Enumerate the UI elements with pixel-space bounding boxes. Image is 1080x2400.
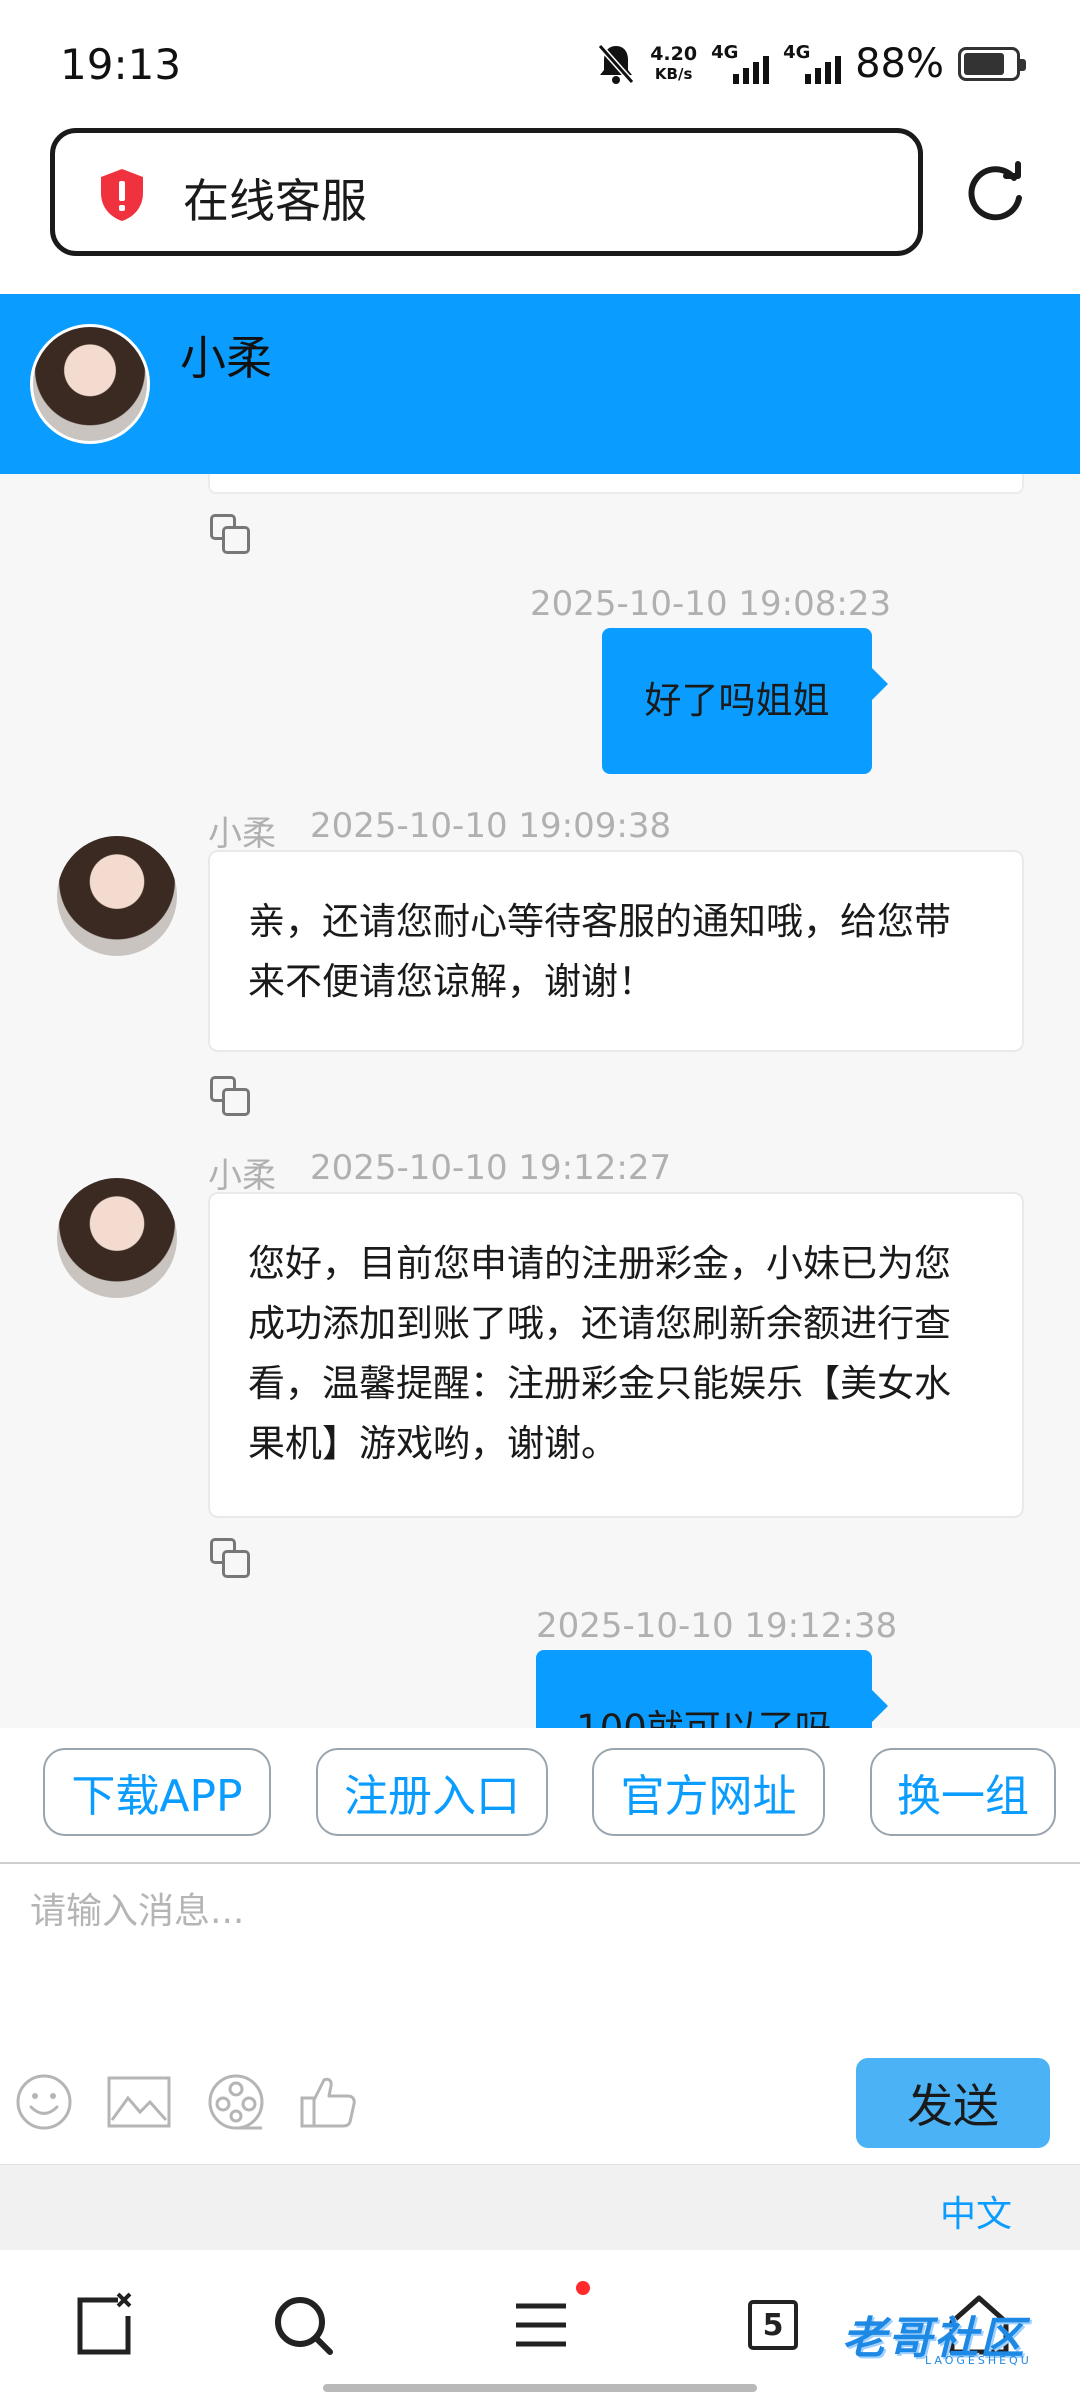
copy-icon[interactable] — [210, 514, 252, 556]
language-switch[interactable]: 中文 — [940, 2185, 1012, 2237]
address-bar[interactable]: 在线客服 — [50, 128, 923, 256]
notification-dot — [576, 2281, 590, 2295]
emoji-icon[interactable] — [14, 2072, 74, 2132]
security-warning-icon — [101, 169, 143, 221]
message-time: 2025-10-10 19:09:38 — [310, 806, 672, 846]
incoming-message[interactable]: 亲，还请您耐心等待客服的通知哦，给您带来不便请您谅解，谢谢！ — [208, 850, 1024, 1052]
close-page-icon[interactable] — [68, 2290, 138, 2360]
thumbs-up-icon[interactable] — [298, 2072, 358, 2132]
mute-bell-icon — [597, 44, 635, 84]
status-time: 19:13 — [60, 40, 182, 89]
net-speed: 4.20 KB/s — [650, 44, 697, 84]
copy-icon[interactable] — [210, 1538, 252, 1580]
page-title: 在线客服 — [183, 174, 367, 228]
status-bar: 19:13 4.20 KB/s 4G 4G 88% — [0, 0, 1080, 125]
outgoing-message[interactable]: 好了吗姐姐 — [602, 628, 888, 774]
message-time: 2025-10-10 19:12:27 — [310, 1148, 672, 1188]
home-indicator[interactable] — [323, 2384, 757, 2392]
status-indicators: 4.20 KB/s 4G 4G 88% — [596, 38, 1026, 90]
message-time: 2025-10-10 19:08:23 — [530, 584, 892, 624]
copy-icon[interactable] — [210, 1076, 252, 1118]
battery-icon — [958, 47, 1026, 81]
image-icon[interactable] — [106, 2072, 172, 2132]
battery-percent: 88% — [855, 41, 944, 87]
message-input[interactable] — [0, 1864, 1080, 2024]
net-speed-unit: KB/s — [654, 65, 693, 83]
language-bar: 中文 — [0, 2164, 1080, 2250]
message-sender: 小柔 — [208, 814, 276, 854]
change-group-button[interactable]: 换一组 — [870, 1748, 1056, 1836]
signal-sim2-icon: 4G — [783, 42, 842, 86]
agent-avatar — [57, 836, 177, 956]
message-sender: 小柔 — [208, 1156, 276, 1196]
official-site-button[interactable]: 官方网址 — [592, 1748, 825, 1836]
tabs-button[interactable]: 5 — [748, 2300, 798, 2350]
search-icon[interactable] — [268, 2290, 338, 2360]
watermark-subtext: LAOGESHEQU — [925, 2354, 1032, 2367]
message-time: 2025-10-10 19:12:38 — [536, 1606, 898, 1646]
download-app-button[interactable]: 下载APP — [43, 1748, 271, 1836]
chat-header: 小柔 — [0, 294, 1080, 474]
signal-sim1-icon: 4G — [711, 42, 770, 86]
incoming-message[interactable]: 您好，目前您申请的注册彩金，小妹已为您成功添加到账了哦，还请您刷新余额进行查看，… — [208, 1192, 1024, 1518]
video-icon[interactable] — [206, 2072, 266, 2132]
net-speed-value: 4.20 — [650, 43, 698, 65]
menu-icon[interactable] — [506, 2290, 576, 2360]
agent-avatar — [57, 1178, 177, 1298]
refresh-icon[interactable] — [962, 160, 1028, 226]
agent-name: 小柔 — [180, 331, 272, 385]
agent-avatar — [30, 324, 150, 444]
chat-message-list[interactable]: 2025-10-10 19:08:23 好了吗姐姐 小柔 2025-10-10 … — [0, 474, 1080, 1728]
outgoing-message[interactable]: 100就可以了吗 — [536, 1650, 888, 1728]
quick-actions: 下载APP 注册入口 官方网址 换一组 — [0, 1728, 1080, 1862]
previous-message-bubble — [208, 474, 1024, 494]
send-button[interactable]: 发送 — [856, 2058, 1050, 2148]
register-entry-button[interactable]: 注册入口 — [316, 1748, 548, 1836]
